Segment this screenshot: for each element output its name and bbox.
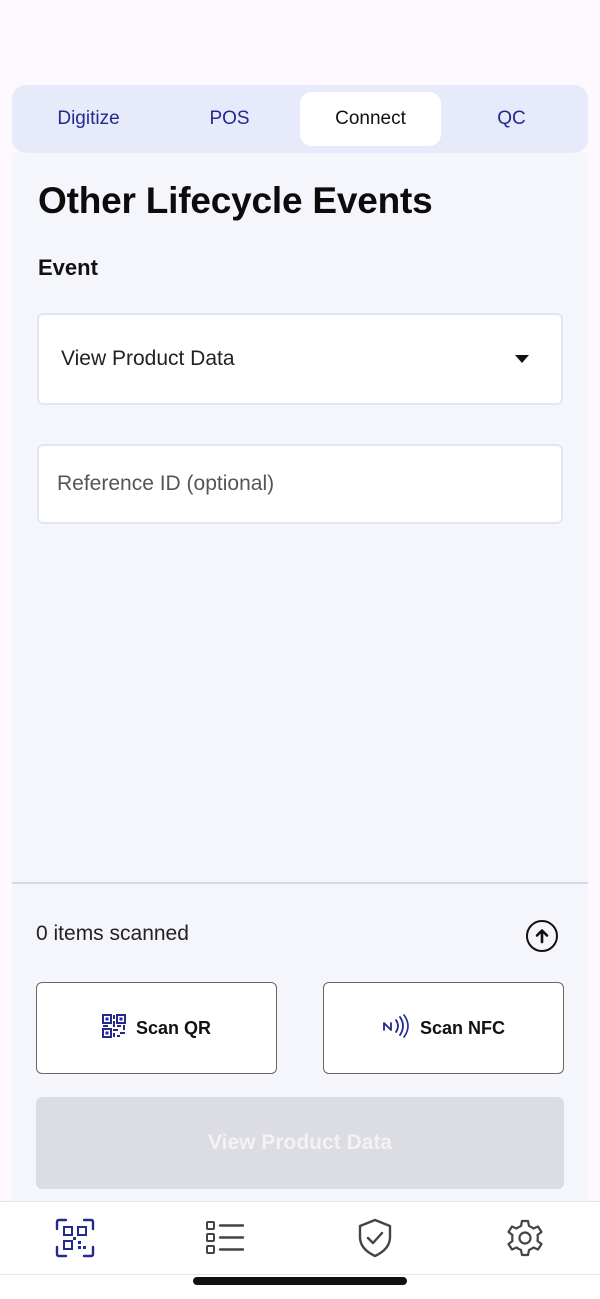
scan-frame-icon xyxy=(55,1218,95,1263)
home-indicator xyxy=(193,1277,407,1285)
top-tab-bar: Digitize POS Connect QC xyxy=(12,85,588,153)
status-bar xyxy=(0,0,600,80)
event-select-value: View Product Data xyxy=(61,347,235,370)
scan-nfc-button[interactable]: Scan NFC xyxy=(323,982,564,1074)
nav-divider xyxy=(0,1274,600,1275)
shield-check-icon xyxy=(355,1218,395,1263)
arrow-up-circle-icon[interactable] xyxy=(526,920,558,952)
tab-qc[interactable]: QC xyxy=(441,92,582,146)
caret-down-icon xyxy=(515,355,529,363)
event-label: Event xyxy=(38,255,98,280)
tab-digitize[interactable]: Digitize xyxy=(18,92,159,146)
event-select[interactable]: View Product Data xyxy=(37,313,563,405)
nav-list[interactable] xyxy=(201,1216,249,1264)
divider xyxy=(12,882,588,884)
nfc-icon xyxy=(382,1013,410,1043)
gear-icon xyxy=(505,1218,545,1263)
qr-code-icon xyxy=(101,1013,126,1043)
tab-connect[interactable]: Connect xyxy=(300,92,441,146)
reference-id-input[interactable] xyxy=(37,444,563,524)
scan-qr-button[interactable]: Scan QR xyxy=(36,982,277,1074)
items-scanned-count: 0 items scanned xyxy=(36,922,189,945)
tab-pos[interactable]: POS xyxy=(159,92,300,146)
page-title: Other Lifecycle Events xyxy=(38,180,433,221)
nav-settings[interactable] xyxy=(501,1216,549,1264)
scan-qr-label: Scan QR xyxy=(135,1017,212,1038)
list-icon xyxy=(205,1218,245,1263)
view-product-data-button[interactable]: View Product Data xyxy=(36,1097,564,1189)
nav-scan[interactable] xyxy=(51,1216,99,1264)
nav-shield[interactable] xyxy=(351,1216,399,1264)
scan-nfc-label: Scan NFC xyxy=(419,1017,506,1038)
